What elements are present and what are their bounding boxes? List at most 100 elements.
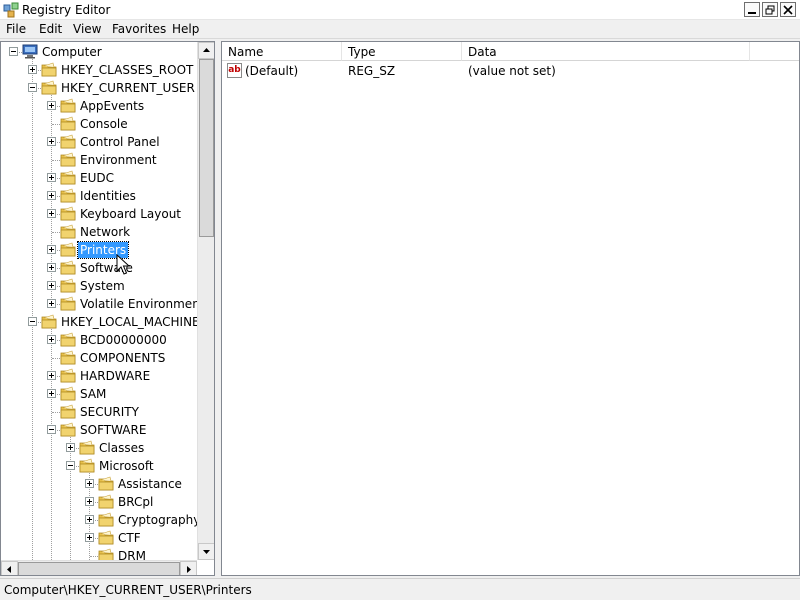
tree-item-label: SOFTWARE <box>80 423 147 437</box>
tree-item[interactable]: BCD00000000 <box>1 331 197 349</box>
collapse-icon[interactable] <box>28 83 37 92</box>
scroll-left-button[interactable] <box>1 561 18 575</box>
tree-item-label: HKEY_CLASSES_ROOT <box>61 63 194 77</box>
expand-icon[interactable] <box>47 101 56 110</box>
tree-item[interactable]: SOFTWARE <box>1 421 197 439</box>
folder-icon <box>98 494 114 509</box>
expand-icon[interactable] <box>47 371 56 380</box>
expand-icon[interactable] <box>85 515 94 524</box>
tree-item[interactable]: Assistance <box>1 475 197 493</box>
tree-item-label: Cryptography <box>118 513 201 527</box>
tree-item[interactable]: SAM <box>1 385 197 403</box>
tree-horizontal-scrollbar[interactable] <box>1 560 197 575</box>
tree-item-label: EUDC <box>80 171 114 185</box>
expand-icon[interactable] <box>85 479 94 488</box>
column-header-filler <box>750 42 799 61</box>
tree-item[interactable]: Printers <box>1 241 197 259</box>
tree-vertical-scroll-thumb[interactable] <box>199 59 214 237</box>
tree-item-label: Keyboard Layout <box>80 207 182 221</box>
tree-vertical-scrollbar[interactable] <box>197 42 214 560</box>
tree-item-label: Microsoft <box>99 459 154 473</box>
tree-item[interactable]: HKEY_CURRENT_USER <box>1 79 197 97</box>
menu-edit[interactable]: Edit <box>39 22 62 36</box>
folder-icon <box>60 152 76 167</box>
close-button[interactable] <box>780 2 796 17</box>
menu-help[interactable]: Help <box>172 22 199 36</box>
scroll-down-button[interactable] <box>198 543 214 560</box>
tree-item[interactable]: EUDC <box>1 169 197 187</box>
column-header-type[interactable]: Type <box>342 42 462 61</box>
values-list[interactable]: Name Type Data ab (Default) REG_SZ (valu… <box>221 41 800 576</box>
folder-icon <box>60 368 76 383</box>
expand-icon[interactable] <box>47 191 56 200</box>
tree-item[interactable]: CTF <box>1 529 197 547</box>
tree-item-label: SAM <box>80 387 107 401</box>
collapse-icon[interactable] <box>66 461 75 470</box>
tree-item[interactable]: COMPONENTS <box>1 349 197 367</box>
menu-favorites[interactable]: Favorites <box>112 22 166 36</box>
tree-horizontal-scroll-thumb[interactable] <box>18 562 180 575</box>
title-bar[interactable]: Registry Editor <box>0 0 800 20</box>
expand-icon[interactable] <box>66 443 75 452</box>
tree-item-label: Control Panel <box>80 135 160 149</box>
collapse-icon[interactable] <box>9 47 18 56</box>
tree-item[interactable]: Environment <box>1 151 197 169</box>
folder-icon <box>60 206 76 221</box>
expand-icon[interactable] <box>28 65 37 74</box>
menu-view[interactable]: View <box>73 22 101 36</box>
tree-item[interactable]: Identities <box>1 187 197 205</box>
tree-item[interactable]: AppEvents <box>1 97 197 115</box>
tree-item-label: COMPONENTS <box>80 351 166 365</box>
menu-file[interactable]: File <box>6 22 26 36</box>
tree-item[interactable]: Control Panel <box>1 133 197 151</box>
column-header-data[interactable]: Data <box>462 42 750 61</box>
expand-icon[interactable] <box>47 263 56 272</box>
list-item[interactable]: ab (Default) REG_SZ (value not set) <box>222 62 799 80</box>
tree-item[interactable]: Software <box>1 259 197 277</box>
expand-icon[interactable] <box>47 299 56 308</box>
tree-item[interactable]: HKEY_LOCAL_MACHINE <box>1 313 200 331</box>
collapse-icon[interactable] <box>28 317 37 326</box>
tree-item[interactable]: Volatile Environment <box>1 295 205 313</box>
folder-icon <box>60 422 76 437</box>
restore-button[interactable] <box>762 2 778 17</box>
tree-item[interactable]: SECURITY <box>1 403 197 421</box>
tree-item[interactable]: Network <box>1 223 197 241</box>
scroll-right-button[interactable] <box>180 561 197 575</box>
tree-item[interactable]: Console <box>1 115 197 133</box>
registry-tree[interactable]: Computer HKEY_CLASSES_ROOT HKEY_CURRENT_US… <box>0 41 215 576</box>
tree-item[interactable]: BRCpl <box>1 493 197 511</box>
tree-item-label: SECURITY <box>80 405 139 419</box>
expand-icon[interactable] <box>47 281 56 290</box>
folder-icon <box>60 350 76 365</box>
tree-item[interactable]: Keyboard Layout <box>1 205 197 223</box>
folder-icon <box>60 188 76 203</box>
tree-item[interactable]: Microsoft <box>1 457 197 475</box>
expand-icon[interactable] <box>47 389 56 398</box>
tree-item[interactable]: HARDWARE <box>1 367 197 385</box>
folder-icon <box>41 80 57 95</box>
minimize-button[interactable] <box>744 2 760 17</box>
tree-item[interactable]: Computer <box>1 43 197 61</box>
tree-item[interactable]: Classes <box>1 439 197 457</box>
restore-icon <box>765 5 775 15</box>
expand-icon[interactable] <box>47 137 56 146</box>
expand-icon[interactable] <box>85 533 94 542</box>
column-header-name[interactable]: Name <box>222 42 342 61</box>
tree-item-label: CTF <box>118 531 141 545</box>
tree-item[interactable]: Cryptography <box>1 511 200 529</box>
scroll-up-button[interactable] <box>198 42 214 59</box>
tree-item-label: Computer <box>42 45 102 59</box>
expand-icon[interactable] <box>85 497 94 506</box>
tree-item[interactable]: HKEY_CLASSES_ROOT <box>1 61 197 79</box>
expand-icon[interactable] <box>47 173 56 182</box>
expand-icon[interactable] <box>47 335 56 344</box>
tree-item-label: System <box>80 279 125 293</box>
tree-item[interactable]: System <box>1 277 197 295</box>
expand-icon[interactable] <box>47 209 56 218</box>
tree-item-label: HARDWARE <box>80 369 151 383</box>
expand-icon[interactable] <box>47 245 56 254</box>
tree-item-label: AppEvents <box>80 99 145 113</box>
collapse-icon[interactable] <box>47 425 56 434</box>
tree-item-label: Console <box>80 117 128 131</box>
